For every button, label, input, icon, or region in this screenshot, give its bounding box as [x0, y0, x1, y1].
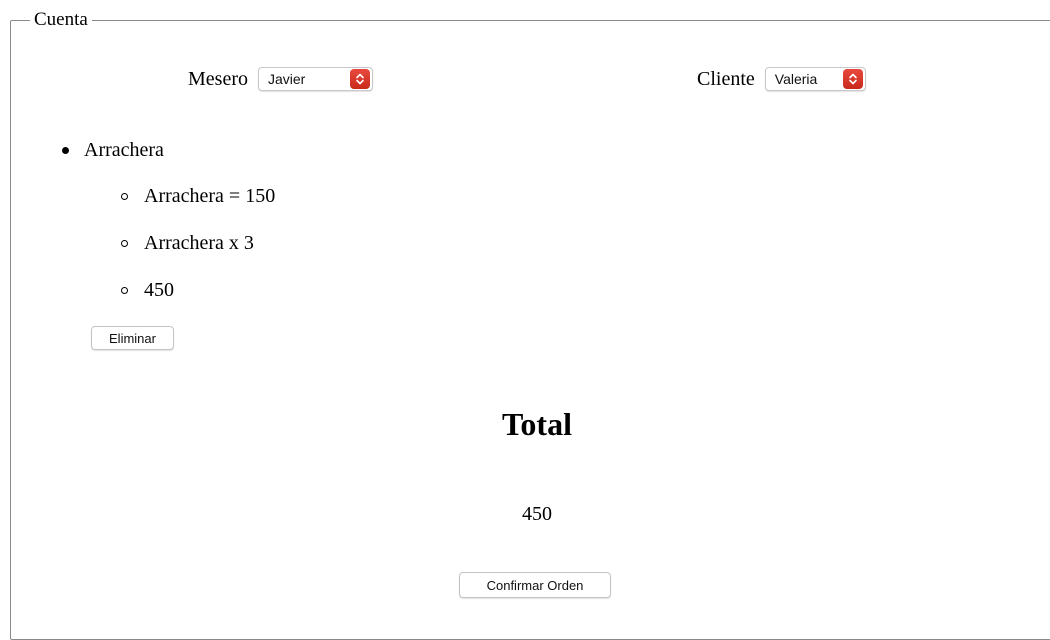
cliente-select[interactable]: Valeria — [764, 67, 866, 91]
total-value: 450 — [522, 503, 552, 525]
mesero-label: Mesero — [188, 68, 248, 90]
order-items-list: Arrachera — [62, 137, 164, 163]
item-name: Arrachera — [84, 139, 164, 161]
fieldset-legend: Cuenta — [30, 9, 92, 31]
item-detail-text: Arrachera = 150 — [144, 185, 276, 207]
item-detail-text: Arrachera x 3 — [144, 232, 254, 254]
item-detail-text: 450 — [144, 279, 174, 301]
cliente-label: Cliente — [697, 68, 755, 90]
bullet — [121, 192, 128, 200]
total-heading: Total — [502, 406, 572, 442]
chevron-up-down-icon — [842, 69, 863, 89]
cliente-group: Cliente Valeria — [697, 66, 866, 92]
item-detail: Arrachera = 150 — [121, 183, 275, 209]
item-detail: Arrachera x 3 — [121, 230, 254, 256]
bullet — [121, 286, 128, 294]
bullet — [62, 146, 69, 154]
mesero-select[interactable]: Javier — [257, 67, 373, 91]
list-item: Arrachera — [62, 137, 164, 163]
bullet — [121, 239, 128, 247]
cliente-select-value: Valeria — [774, 71, 818, 87]
confirm-order-button[interactable]: Confirmar Orden — [459, 572, 611, 598]
item-detail: 450 — [121, 277, 174, 303]
chevron-up-down-icon — [349, 69, 370, 89]
delete-button[interactable]: Eliminar — [91, 326, 174, 350]
mesero-group: Mesero Javier — [188, 66, 373, 92]
mesero-select-value: Javier — [267, 71, 306, 87]
